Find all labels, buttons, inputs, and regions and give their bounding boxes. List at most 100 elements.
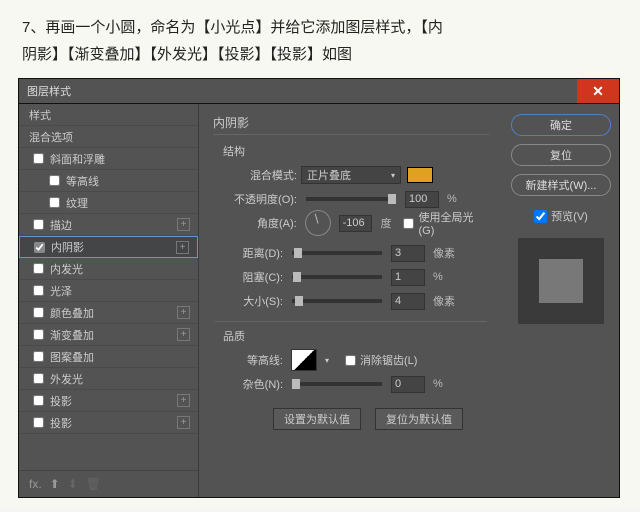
drop-shadow-row-1[interactable]: 投影+ (19, 390, 198, 412)
new-style-button[interactable]: 新建样式(W)... (511, 174, 611, 196)
noise-field: 杂色(N): 0 % (227, 374, 489, 394)
color-overlay-checkbox[interactable] (33, 307, 44, 318)
angle-dial[interactable] (305, 210, 331, 236)
inner-shadow-row[interactable]: 内阴影+ (19, 236, 198, 258)
percent-unit: % (447, 193, 457, 205)
gradient-overlay-checkbox[interactable] (33, 329, 44, 340)
set-default-button[interactable]: 设置为默认值 (273, 408, 361, 430)
pattern-overlay-checkbox[interactable] (33, 351, 44, 362)
px-unit: 像素 (433, 293, 455, 309)
distance-slider[interactable] (292, 251, 382, 255)
anti-alias-checkbox[interactable]: 消除锯齿(L) (345, 352, 417, 368)
contour-row[interactable]: 等高线 (19, 170, 198, 192)
percent-unit: % (433, 378, 443, 390)
chevron-down-icon[interactable]: ▾ (325, 356, 329, 365)
bevel-emboss-row[interactable]: 斜面和浮雕 (19, 148, 198, 170)
titlebar: 图层样式 ✕ (19, 79, 619, 103)
drop-shadow-row-2[interactable]: 投影+ (19, 412, 198, 434)
choke-input[interactable]: 1 (391, 269, 425, 286)
add-drop-shadow-2-icon[interactable]: + (177, 416, 190, 429)
move-down-icon[interactable]: ⬇ (68, 477, 78, 491)
ok-button[interactable]: 确定 (511, 114, 611, 136)
quality-heading: 品质 (223, 328, 489, 344)
add-inner-shadow-icon[interactable]: + (176, 241, 189, 254)
close-icon: ✕ (592, 83, 604, 100)
drop-shadow-1-checkbox[interactable] (33, 395, 44, 406)
action-panel: 确定 复位 新建样式(W)... 预览(V) (503, 104, 619, 497)
size-label: 大小(S): (227, 293, 283, 309)
close-button[interactable]: ✕ (577, 79, 619, 103)
preview-swatch (539, 259, 583, 303)
fx-menu-icon[interactable]: fx. (29, 477, 42, 491)
opacity-label: 不透明度(O): (227, 191, 297, 207)
outer-glow-checkbox[interactable] (33, 373, 44, 384)
bevel-checkbox[interactable] (33, 153, 44, 164)
instruction-text: 7、再画一个小圆，命名为【小光点】并给它添加图层样式，【内 阴影】【渐变叠加】【… (0, 0, 640, 78)
noise-input[interactable]: 0 (391, 376, 425, 393)
global-light-checkbox[interactable]: 使用全局光(G) (403, 209, 489, 237)
angle-label: 角度(A): (227, 215, 297, 231)
blend-mode-dropdown[interactable]: 正片叠底▾ (301, 166, 401, 184)
slider-thumb[interactable] (388, 194, 396, 204)
slider-thumb[interactable] (295, 296, 303, 306)
inner-glow-checkbox[interactable] (33, 263, 44, 274)
list-footer: fx. ⬆ ⬇ 🗑 (19, 470, 198, 497)
satin-checkbox[interactable] (33, 285, 44, 296)
inner-shadow-checkbox[interactable] (34, 242, 45, 253)
move-up-icon[interactable]: ⬆ (50, 477, 60, 491)
contour-picker[interactable] (291, 349, 317, 371)
px-unit: 像素 (433, 245, 455, 261)
choke-slider[interactable] (292, 275, 382, 279)
slider-thumb[interactable] (294, 248, 302, 258)
contour-label: 等高线: (227, 352, 283, 368)
preview-checkbox[interactable]: 预览(V) (534, 208, 588, 224)
delete-icon[interactable]: 🗑 (86, 477, 101, 491)
drop-shadow-2-checkbox[interactable] (33, 417, 44, 428)
settings-panel: 内阴影 结构 混合模式: 正片叠底▾ 不透明度(O): 100 % 角度(A):… (199, 104, 503, 497)
opacity-field: 不透明度(O): 100 % (227, 189, 489, 209)
add-drop-shadow-1-icon[interactable]: + (177, 394, 190, 407)
size-input[interactable]: 4 (391, 293, 425, 310)
preview-box (518, 238, 604, 324)
shadow-color-swatch[interactable] (407, 167, 433, 183)
blend-mode-field: 混合模式: 正片叠底▾ (227, 165, 489, 185)
contour-checkbox[interactable] (49, 175, 60, 186)
color-overlay-row[interactable]: 颜色叠加+ (19, 302, 198, 324)
size-field: 大小(S): 4 像素 (227, 291, 489, 311)
slider-thumb[interactable] (292, 379, 300, 389)
effects-list-panel: 样式 混合选项 斜面和浮雕 等高线 纹理 描边+ 内阴影+ 内发光 光泽 颜色叠… (19, 104, 199, 497)
inner-glow-row[interactable]: 内发光 (19, 258, 198, 280)
contour-field: 等高线: ▾ 消除锯齿(L) (227, 350, 489, 370)
layer-style-dialog: 图层样式 ✕ 样式 混合选项 斜面和浮雕 等高线 纹理 描边+ 内阴影+ 内发光… (18, 78, 620, 498)
styles-header[interactable]: 样式 (19, 104, 198, 126)
stroke-checkbox[interactable] (33, 219, 44, 230)
reset-button[interactable]: 复位 (511, 144, 611, 166)
distance-input[interactable]: 3 (391, 245, 425, 262)
reset-default-button[interactable]: 复位为默认值 (375, 408, 463, 430)
percent-unit: % (433, 271, 443, 283)
stroke-row[interactable]: 描边+ (19, 214, 198, 236)
texture-checkbox[interactable] (49, 197, 60, 208)
opacity-slider[interactable] (306, 197, 396, 201)
texture-row[interactable]: 纹理 (19, 192, 198, 214)
blend-mode-label: 混合模式: (227, 167, 297, 183)
noise-slider[interactable] (292, 382, 382, 386)
outer-glow-row[interactable]: 外发光 (19, 368, 198, 390)
blend-options[interactable]: 混合选项 (19, 126, 198, 148)
size-slider[interactable] (292, 299, 382, 303)
angle-field: 角度(A): -106 度 使用全局光(G) (227, 213, 489, 233)
chevron-down-icon: ▾ (391, 171, 395, 180)
pattern-overlay-row[interactable]: 图案叠加 (19, 346, 198, 368)
add-stroke-icon[interactable]: + (177, 218, 190, 231)
angle-input[interactable]: -106 (339, 215, 373, 232)
satin-row[interactable]: 光泽 (19, 280, 198, 302)
degree-unit: 度 (380, 215, 391, 231)
slider-thumb[interactable] (293, 272, 301, 282)
gradient-overlay-row[interactable]: 渐变叠加+ (19, 324, 198, 346)
noise-label: 杂色(N): (227, 376, 283, 392)
add-gradient-overlay-icon[interactable]: + (177, 328, 190, 341)
window-title: 图层样式 (27, 83, 71, 99)
opacity-input[interactable]: 100 (405, 191, 439, 208)
add-color-overlay-icon[interactable]: + (177, 306, 190, 319)
choke-label: 阻塞(C): (227, 269, 283, 285)
